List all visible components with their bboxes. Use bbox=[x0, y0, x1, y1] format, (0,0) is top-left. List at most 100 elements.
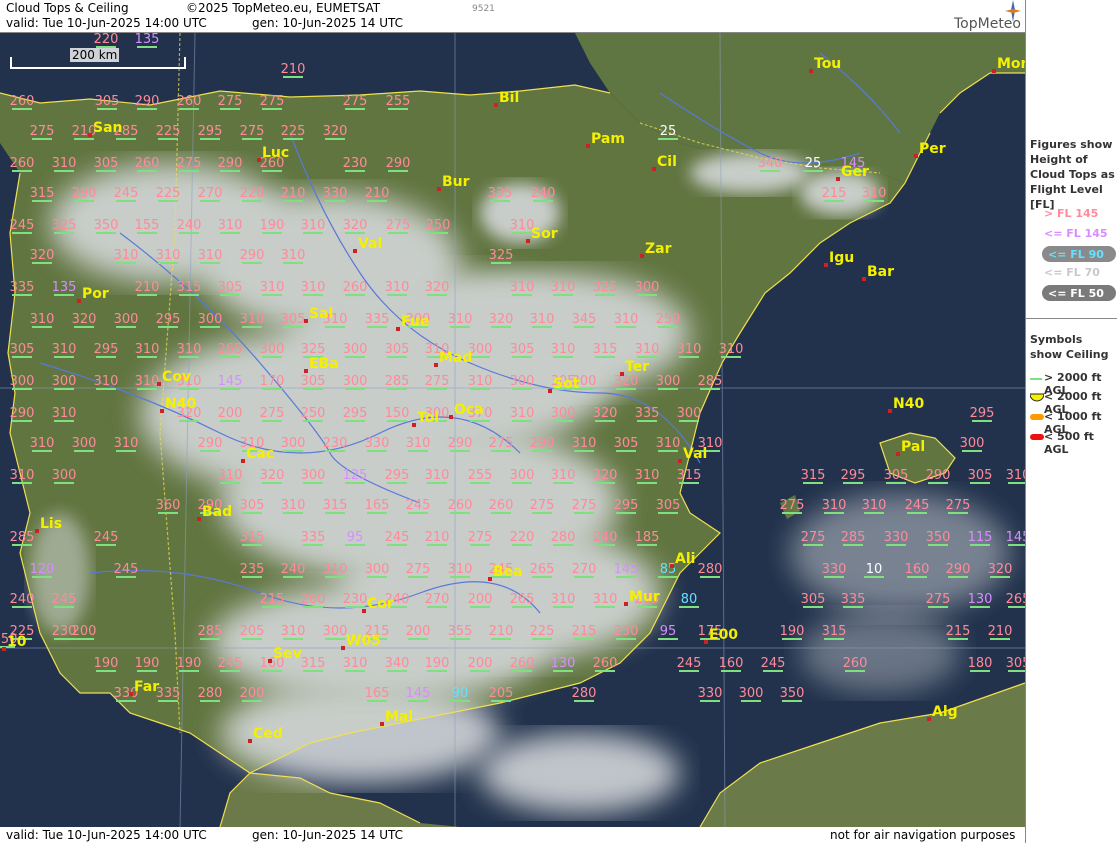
city-dot bbox=[992, 69, 996, 73]
city-dot bbox=[914, 154, 918, 158]
city-label: W05 bbox=[346, 633, 381, 649]
flight-level-label: 295 bbox=[156, 312, 181, 327]
city-dot bbox=[449, 415, 453, 419]
city-dot bbox=[304, 369, 308, 373]
flight-level-label: 310 bbox=[448, 562, 473, 577]
flight-level-label: 190 bbox=[780, 624, 805, 639]
city-dot bbox=[437, 187, 441, 191]
flight-level-label: 310 bbox=[114, 436, 139, 451]
flight-level-label: 155 bbox=[135, 218, 160, 233]
city-label: Ced bbox=[253, 726, 283, 742]
city-label: Cov bbox=[162, 369, 191, 385]
flight-level-label: 305 bbox=[281, 312, 306, 327]
footer-bar: valid: Tue 10-Jun-2025 14:00 UTC gen: 10… bbox=[0, 827, 1025, 843]
flight-level-label: 230 bbox=[343, 156, 368, 171]
flight-level-label: 210 bbox=[425, 530, 450, 545]
flight-level-label: 275 bbox=[30, 124, 55, 139]
flight-level-label: 335 bbox=[301, 530, 326, 545]
flight-level-label: 200 bbox=[468, 656, 493, 671]
legend-divider bbox=[1026, 318, 1117, 319]
flight-level-label: 310 bbox=[52, 156, 77, 171]
flight-level-label: 210 bbox=[281, 62, 306, 77]
flight-level-label: 295 bbox=[385, 468, 410, 483]
map-title: Cloud Tops & Ceiling bbox=[6, 1, 129, 15]
city-dot bbox=[640, 254, 644, 258]
flight-level-label: 190 bbox=[135, 656, 160, 671]
flight-level-label: 290 bbox=[10, 406, 35, 421]
flight-level-label: 310 bbox=[30, 436, 55, 451]
flight-level-label: 200 bbox=[72, 624, 97, 639]
flight-level-label: 315 bbox=[801, 468, 826, 483]
flight-level-label: 260 bbox=[593, 656, 618, 671]
flight-level-label: 125 bbox=[343, 468, 368, 483]
flight-level-label: 310 bbox=[635, 468, 660, 483]
flight-level-label: 90 bbox=[452, 686, 469, 701]
flight-level-label: 320 bbox=[614, 374, 639, 389]
legend-ceiling-lt500-label: < 500 ft AGL bbox=[1044, 430, 1094, 456]
legend-fl-gt145-label: > FL 145 bbox=[1044, 207, 1099, 220]
city-label: Mad bbox=[439, 350, 472, 366]
city-label: Por bbox=[82, 286, 109, 302]
flight-level-label: 285 bbox=[841, 530, 866, 545]
flight-level-label: 275 bbox=[406, 562, 431, 577]
flight-level-label: 310 bbox=[52, 406, 77, 421]
flight-level-label: 310 bbox=[593, 592, 618, 607]
flight-level-label: 200 bbox=[240, 686, 265, 701]
flight-level-label: 230 bbox=[323, 436, 348, 451]
flight-level-label: 180 bbox=[968, 656, 993, 671]
flight-level-label: 295 bbox=[841, 468, 866, 483]
flight-level-label: 310 bbox=[551, 342, 576, 357]
flight-level-label: 300 bbox=[551, 406, 576, 421]
flight-level-label: 305 bbox=[240, 498, 265, 513]
flight-level-label: 335 bbox=[635, 406, 660, 421]
flight-level-label: 310 bbox=[719, 342, 744, 357]
flight-level-label: 220 bbox=[240, 186, 265, 201]
flight-level-label: 335 bbox=[156, 686, 181, 701]
city-label: Cac bbox=[246, 446, 274, 462]
flight-level-label: 310 bbox=[135, 374, 160, 389]
city-dot bbox=[341, 646, 345, 650]
flight-level-label: 240 bbox=[177, 218, 202, 233]
city-label: Mon bbox=[997, 56, 1025, 72]
flight-level-label: 260 bbox=[343, 280, 368, 295]
flight-level-label: 275 bbox=[218, 94, 243, 109]
valid-time: valid: Tue 10-Jun-2025 14:00 UTC bbox=[6, 16, 207, 30]
flight-level-label: 300 bbox=[52, 374, 77, 389]
flight-level-label: 245 bbox=[677, 656, 702, 671]
city-dot bbox=[380, 722, 384, 726]
flight-level-label: 190 bbox=[260, 218, 285, 233]
city-label: Fue bbox=[401, 314, 429, 330]
flight-level-label: 305 bbox=[94, 156, 119, 171]
flight-level-label: 310 bbox=[218, 468, 243, 483]
flight-level-label: 310 bbox=[1006, 468, 1025, 483]
city-label: Per bbox=[919, 141, 946, 157]
flight-level-label: 255 bbox=[468, 468, 493, 483]
flight-level-label: 270 bbox=[198, 186, 223, 201]
map-view[interactable]: 220 135 210 260 305 290 260 275 275 275 255 275 210 2… bbox=[0, 33, 1025, 827]
flight-level-label: 305 bbox=[218, 280, 243, 295]
city-label: Bea bbox=[493, 564, 523, 580]
flight-level-label: 265 bbox=[218, 342, 243, 357]
flight-level-label: 280 bbox=[572, 686, 597, 701]
flight-level-label: 315 bbox=[822, 624, 847, 639]
flight-level-label: 300 bbox=[72, 436, 97, 451]
flight-level-label: 170 bbox=[260, 374, 285, 389]
flight-level-label: 275 bbox=[489, 436, 514, 451]
flight-level-label: 350 bbox=[94, 218, 119, 233]
flight-level-label: 300 bbox=[52, 468, 77, 483]
flight-level-label: 300 bbox=[260, 342, 285, 357]
flight-level-label: 290 bbox=[198, 436, 223, 451]
flight-level-label: 310 bbox=[425, 468, 450, 483]
flight-level-label: 320 bbox=[593, 406, 618, 421]
city-label: Bad bbox=[202, 504, 232, 520]
flight-level-label: 245 bbox=[114, 186, 139, 201]
flight-level-label: 240 bbox=[10, 592, 35, 607]
city-label: Pal bbox=[901, 439, 925, 455]
scale-bar: 200 km bbox=[10, 48, 186, 69]
flight-level-label: 130 bbox=[551, 656, 576, 671]
flight-level-label: 150 bbox=[385, 406, 410, 421]
footer-valid-time: valid: Tue 10-Jun-2025 14:00 UTC bbox=[6, 828, 207, 842]
scale-label: 200 km bbox=[70, 48, 120, 62]
flight-level-label: 275 bbox=[780, 498, 805, 513]
flight-level-label: 305 bbox=[510, 342, 535, 357]
